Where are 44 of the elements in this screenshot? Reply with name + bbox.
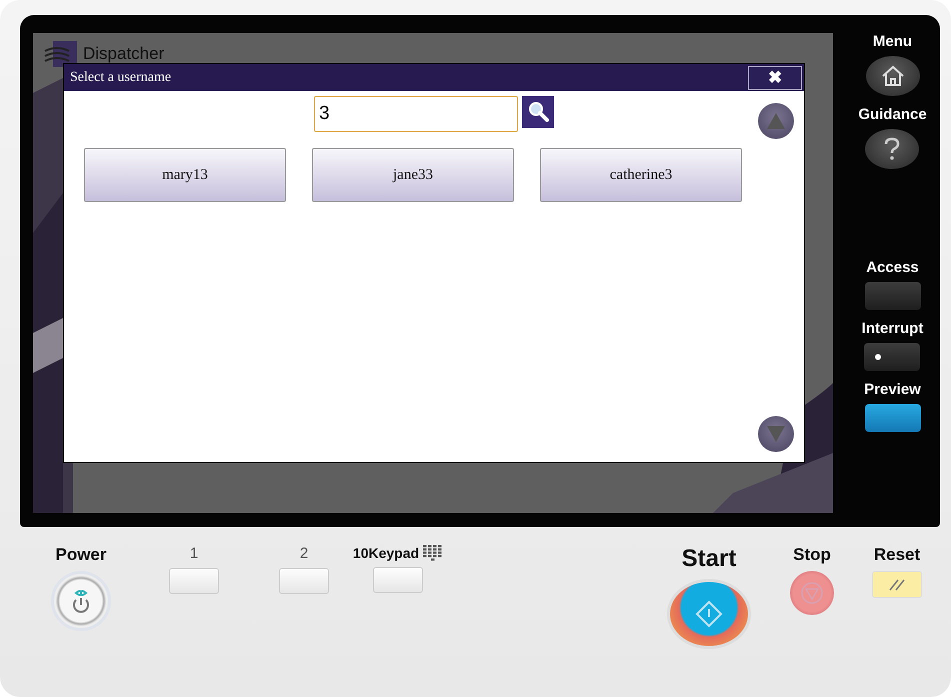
- scroll-up-button[interactable]: [758, 103, 794, 139]
- button-label: Stop: [793, 545, 831, 565]
- username-button[interactable]: catherine3: [540, 148, 742, 202]
- button-label: Menu: [872, 33, 912, 50]
- question-mark-icon: [883, 137, 902, 161]
- memory-key[interactable]: [169, 568, 219, 594]
- button-label: 10Keypad: [352, 545, 420, 561]
- button-label: Access: [866, 259, 919, 276]
- panel-key[interactable]: [864, 404, 920, 432]
- button-label: Guidance: [858, 106, 927, 123]
- indicator-light: [875, 354, 882, 360]
- panel-key[interactable]: [864, 343, 920, 371]
- help-button[interactable]: [865, 129, 920, 169]
- button-label: Start: [682, 545, 736, 573]
- panel-key[interactable]: [864, 282, 920, 310]
- username-button[interactable]: jane33: [312, 148, 514, 202]
- button-label: Preview: [864, 381, 921, 398]
- dialog-title: Select a username: [70, 70, 172, 86]
- menu-button[interactable]: [866, 56, 920, 96]
- power-icon: [70, 588, 92, 614]
- search-icon: [526, 100, 550, 124]
- diamond-icon: [695, 600, 723, 628]
- reset-button[interactable]: [872, 571, 922, 598]
- stop-button[interactable]: [790, 571, 834, 615]
- slash-icon: [888, 578, 906, 590]
- memory-key[interactable]: [373, 567, 423, 593]
- search-button[interactable]: [522, 96, 554, 128]
- close-button[interactable]: ✖: [748, 66, 802, 90]
- scroll-down-button[interactable]: [758, 416, 794, 452]
- stop-icon: [800, 581, 824, 605]
- button-label: 1: [190, 545, 198, 562]
- home-icon: [880, 64, 906, 88]
- app-title: Dispatcher: [83, 44, 164, 64]
- button-label: Interrupt: [862, 320, 924, 337]
- down-triangle-icon: [767, 426, 785, 442]
- up-triangle-icon: [767, 113, 785, 129]
- username-button[interactable]: mary13: [84, 148, 286, 202]
- button-label: Reset: [874, 545, 920, 565]
- button-label: 2: [300, 545, 308, 562]
- keypad-icon: [423, 545, 444, 561]
- button-label: Power: [55, 545, 107, 565]
- logo-icon: [43, 39, 77, 69]
- memory-key[interactable]: [279, 568, 329, 594]
- search-field[interactable]: 3: [314, 96, 518, 132]
